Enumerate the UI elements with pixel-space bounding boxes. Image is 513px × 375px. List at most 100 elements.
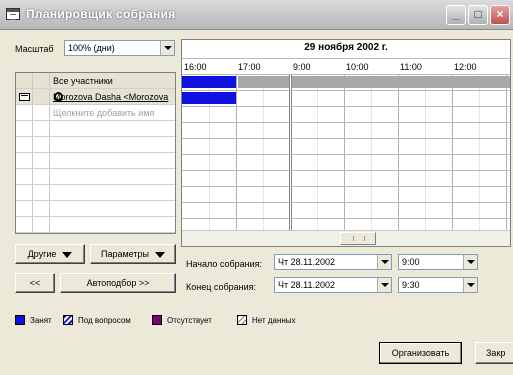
dropdown-arrow-icon (62, 251, 73, 258)
col-type (33, 153, 50, 168)
time-tick: 12:00 (454, 62, 477, 72)
legend-no-info: Нет данных (252, 316, 296, 325)
col-send (16, 169, 33, 184)
start-time-field[interactable]: 9:00 (398, 254, 478, 270)
half-hour-line (317, 74, 318, 230)
empty-row (16, 169, 175, 185)
scale-dropdown[interactable]: 100% (дни) (64, 40, 175, 56)
others-button[interactable]: Другие (15, 244, 85, 264)
add-name-placeholder[interactable]: Щелкните добавить имя (53, 108, 174, 118)
attendee-header-row[interactable]: Все участники (16, 73, 175, 89)
maximize-button[interactable]: □ (468, 5, 488, 25)
all-attendees-bar (238, 76, 510, 88)
horizontal-scrollbar[interactable] (182, 230, 510, 246)
busy-block-attendee (182, 92, 236, 104)
col-type (33, 217, 50, 232)
legend-busy: Занят (30, 316, 52, 325)
add-attendee-row[interactable]: Щелкните добавить имя (16, 105, 175, 121)
start-date-field[interactable]: Чт 28.11.2002 (274, 254, 392, 270)
col-send (16, 153, 33, 168)
chevron-down-icon[interactable] (377, 255, 391, 269)
autopick-button[interactable]: Автоподбор >> (60, 273, 176, 293)
half-hour-line (263, 74, 264, 230)
legend-out-of-office: Отсутствует (167, 316, 212, 325)
busy-block-all (182, 76, 236, 88)
row-line (182, 138, 510, 139)
col-type (33, 105, 50, 120)
row-line (182, 186, 510, 187)
empty-row (16, 153, 175, 169)
meeting-planner-window: Планировщик собрания _ □ × Масштаб 100% … (0, 0, 513, 375)
time-tick: 16:00 (184, 62, 207, 72)
empty-row (16, 137, 175, 153)
calendar-icon (6, 8, 20, 20)
col-send (16, 137, 33, 152)
scroll-thumb[interactable] (340, 232, 376, 245)
start-time-value: 9:00 (402, 257, 420, 267)
chevron-down-icon[interactable] (463, 278, 477, 292)
tentative-swatch (63, 315, 73, 325)
row-line (182, 154, 510, 155)
window-title: Планировщик собрания (26, 7, 176, 21)
col-type (33, 185, 50, 200)
col-type (33, 137, 50, 152)
chevron-down-icon[interactable] (377, 278, 391, 292)
legend-tentative: Под вопросом (78, 316, 131, 325)
row-line (182, 202, 510, 203)
start-date-value: Чт 28.11.2002 (278, 257, 335, 267)
divider (182, 58, 510, 59)
free-busy-grid[interactable]: 29 ноября 2002 г. 16:00 17:00 9:00 10:00… (181, 39, 511, 247)
col-type (33, 169, 50, 184)
col-type (33, 201, 50, 216)
scale-label: Масштаб (15, 44, 54, 54)
col-send (16, 217, 33, 232)
row-line (182, 106, 510, 107)
row-line (182, 218, 510, 219)
col-type (33, 89, 63, 104)
half-hour-line (371, 74, 372, 230)
close-window-button[interactable]: × (490, 5, 510, 25)
start-label: Начало собрания: (186, 259, 263, 269)
col-send (16, 201, 33, 216)
out-of-office-swatch (152, 315, 162, 325)
options-label: Параметры (101, 249, 149, 259)
attendee-row[interactable]: Morozova Dasha <Morozova (16, 89, 175, 105)
chevron-down-icon[interactable] (160, 41, 174, 55)
hour-line (506, 74, 507, 230)
organize-button[interactable]: Организовать (379, 342, 462, 364)
hour-line (452, 74, 453, 230)
attendee-list[interactable]: Все участники Morozova Dasha <Morozova Щ… (15, 72, 176, 234)
empty-row (16, 185, 175, 201)
envelope-icon[interactable] (19, 93, 30, 101)
hour-line (344, 74, 345, 230)
minimize-button[interactable]: _ (446, 5, 466, 25)
row-line (182, 170, 510, 171)
time-tick: 17:00 (238, 62, 261, 72)
empty-row (16, 201, 175, 217)
col-send (16, 121, 33, 136)
col-type (33, 121, 50, 136)
end-time-field[interactable]: 9:30 (398, 277, 478, 293)
schedule-date: 29 ноября 2002 г. (304, 42, 388, 53)
attendee-name[interactable]: Morozova Dasha <Morozova (53, 92, 174, 102)
col-send (16, 73, 33, 88)
col-send (16, 105, 33, 120)
chevron-down-icon[interactable] (463, 255, 477, 269)
meeting-selection-marker[interactable] (289, 74, 292, 230)
time-tick: 10:00 (346, 62, 369, 72)
others-label: Другие (27, 249, 57, 259)
end-label: Конец собрания: (186, 282, 257, 292)
busy-swatch (15, 315, 25, 325)
scale-value: 100% (дни) (68, 43, 115, 53)
empty-row (16, 121, 175, 137)
end-date-field[interactable]: Чт 28.11.2002 (274, 277, 392, 293)
empty-row (16, 217, 175, 233)
half-hour-line (425, 74, 426, 230)
dropdown-arrow-icon (154, 251, 165, 258)
title-bar[interactable]: Планировщик собрания _ □ × (0, 0, 513, 30)
half-hour-line (479, 74, 480, 230)
prev-button[interactable]: << (15, 273, 55, 293)
options-button[interactable]: Параметры (90, 244, 176, 264)
time-tick: 11:00 (400, 62, 422, 72)
close-button[interactable]: Закр (475, 342, 513, 364)
